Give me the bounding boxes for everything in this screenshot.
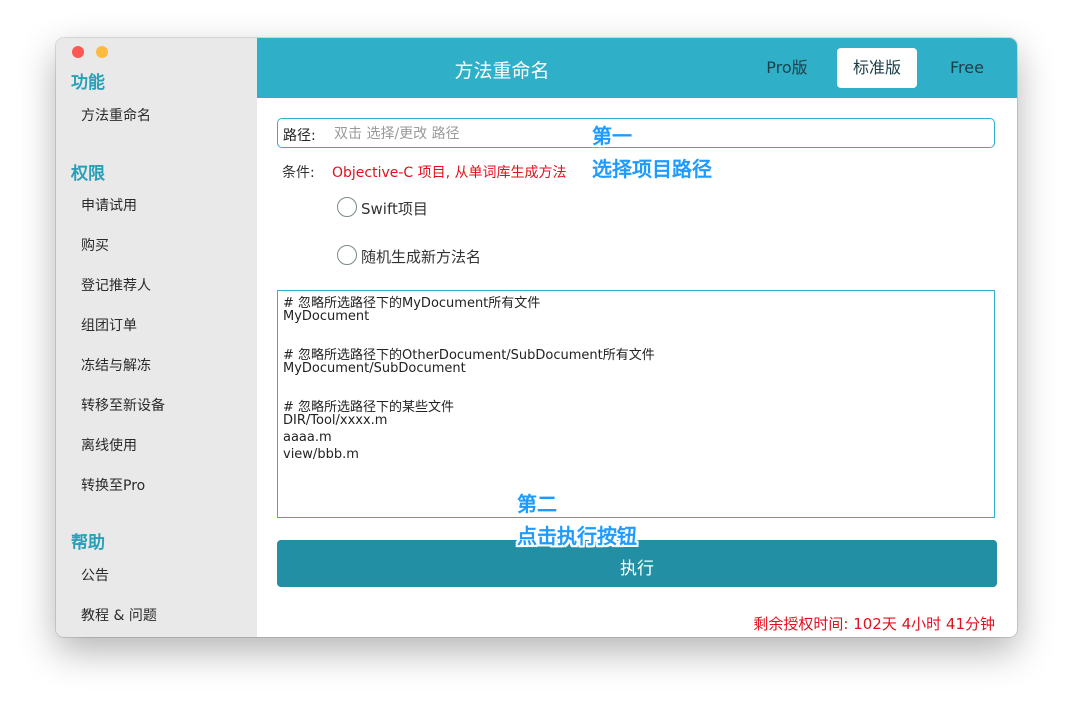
sidebar-item-purchase[interactable]: 购买	[81, 235, 109, 255]
annotation-step1-title: 第一	[592, 124, 632, 148]
sidebar-item-register-referrer[interactable]: 登记推荐人	[81, 275, 151, 295]
sidebar-section-features: 功能	[71, 73, 105, 93]
sidebar-item-offline-use[interactable]: 离线使用	[81, 435, 137, 455]
ignore-line: view/bbb.m	[283, 447, 359, 462]
sidebar-item-convert-pro[interactable]: 转换至Pro	[81, 475, 145, 495]
remaining-license-time: 剩余授权时间: 102天 4小时 41分钟	[753, 615, 995, 633]
radio-swift-label: Swift项目	[361, 200, 428, 218]
execute-button-label: 执行	[620, 559, 654, 579]
close-window-button[interactable]	[72, 46, 84, 58]
sidebar-item-apply-trial[interactable]: 申请试用	[81, 195, 137, 215]
annotation-step2-title: 第二	[517, 492, 557, 516]
tab-pro-version[interactable]: Pro版	[747, 48, 827, 88]
ignore-line: MyDocument/SubDocument	[283, 361, 466, 376]
sidebar-item-tutorial-faq[interactable]: 教程 & 问题	[81, 605, 157, 625]
tab-free-version[interactable]: Free	[927, 48, 1007, 88]
sidebar-section-permissions: 权限	[71, 164, 105, 184]
tab-standard-version[interactable]: 标准版	[837, 48, 917, 88]
condition-value: Objective-C 项目, 从单词库生成方法	[332, 165, 567, 181]
sidebar-item-transfer-device[interactable]: 转移至新设备	[81, 395, 165, 415]
sidebar-section-help: 帮助	[71, 533, 105, 553]
annotation-step1-text: 选择项目路径	[592, 157, 712, 181]
execute-button[interactable]: 执行	[277, 540, 997, 587]
ignore-line: MyDocument	[283, 309, 370, 324]
sidebar-item-method-rename[interactable]: 方法重命名	[81, 105, 151, 125]
header-bar: 方法重命名 Pro版 标准版 Free	[257, 38, 1017, 98]
ignore-rules-textarea[interactable]: # 忽略所选路径下的MyDocument所有文件 MyDocument # 忽略…	[277, 290, 995, 518]
ignore-line: aaaa.m	[283, 430, 332, 445]
ignore-line: DIR/Tool/xxxx.m	[283, 413, 388, 428]
sidebar-item-freeze-unfreeze[interactable]: 冻结与解冻	[81, 355, 151, 375]
path-input[interactable]	[332, 122, 986, 146]
sidebar: 功能 方法重命名 权限 申请试用 购买 登记推荐人 组团订单 冻结与解冻 转移至…	[56, 38, 258, 637]
minimize-window-button[interactable]	[96, 46, 108, 58]
radio-circle-icon[interactable]	[337, 197, 357, 217]
path-label: 路径:	[283, 128, 316, 144]
condition-label: 条件:	[282, 165, 315, 181]
path-field[interactable]: 路径:	[277, 118, 995, 148]
sidebar-item-group-order[interactable]: 组团订单	[81, 315, 137, 335]
radio-circle-icon[interactable]	[337, 245, 357, 265]
annotation-step2-text: 点击执行按钮	[517, 524, 637, 548]
sidebar-item-announcement[interactable]: 公告	[81, 565, 109, 585]
radio-random-label: 随机生成新方法名	[361, 248, 482, 266]
page-title: 方法重命名	[454, 60, 550, 82]
